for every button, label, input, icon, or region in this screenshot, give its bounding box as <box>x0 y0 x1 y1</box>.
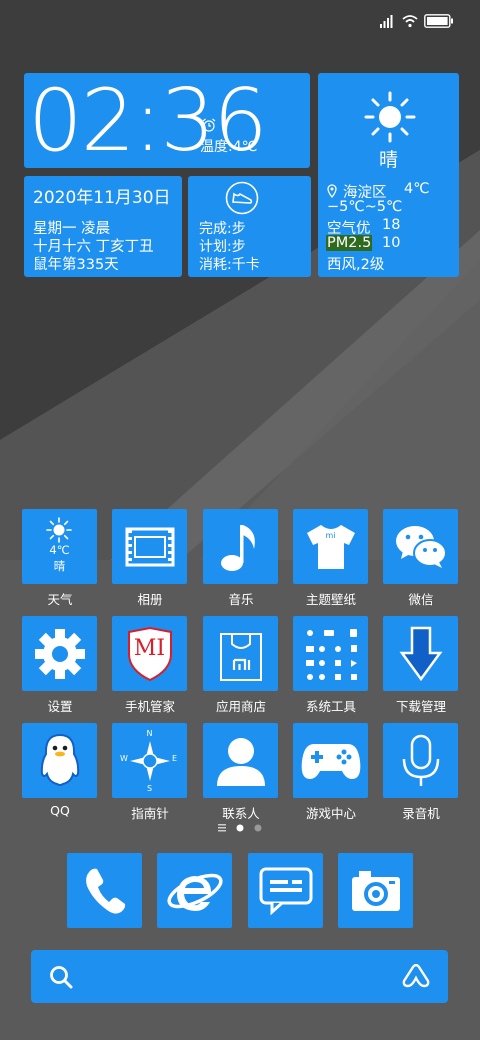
app-label: 系统工具 <box>305 699 356 714</box>
steps-plan: 计划:步 <box>199 239 246 255</box>
microphone-icon <box>383 723 458 798</box>
year-day: 鼠年第335天 <box>33 257 119 273</box>
compass-icon: N S W E <box>112 723 187 798</box>
date-text: 2020年11月30日 <box>33 188 171 208</box>
app-gallery[interactable]: 相册 <box>112 509 187 608</box>
dock-messages[interactable] <box>248 853 323 928</box>
app-qq[interactable]: QQ <box>22 723 97 818</box>
film-icon <box>112 509 187 584</box>
weather-icon: 4℃ 晴 <box>22 509 97 584</box>
app-store[interactable]: 应用商店 <box>203 616 278 715</box>
download-arrow-icon <box>383 616 458 691</box>
clock-widget[interactable]: 02:36 温度:4℃ <box>24 73 310 168</box>
app-downloads[interactable]: 下载管理 <box>383 616 458 715</box>
date-widget[interactable]: 2020年11月30日 星期一 凌晨 十月十六 丁亥丁丑 鼠年第335天 <box>24 176 182 277</box>
phone-icon <box>85 868 125 914</box>
wifi-icon <box>402 15 418 28</box>
camera-icon <box>351 870 400 911</box>
app-game-center[interactable]: 游戏中心 <box>293 723 368 822</box>
app-compass[interactable]: N S W E 指南针 <box>112 723 187 822</box>
app-recorder[interactable]: 录音机 <box>383 723 458 822</box>
compass-west: W <box>120 754 128 763</box>
weather-range: −5℃~5℃ <box>327 199 403 215</box>
app-label: 联系人 <box>222 806 260 821</box>
app-label: 微信 <box>408 592 434 607</box>
status-bar <box>380 12 454 30</box>
menu-lines-icon <box>218 824 226 832</box>
dock-browser[interactable] <box>157 853 232 928</box>
dock-camera[interactable] <box>338 853 413 928</box>
alarm-icon <box>202 118 216 132</box>
weather-app-temp: 4℃ <box>49 543 70 557</box>
gear-icon <box>22 616 97 691</box>
shoe-icon <box>225 181 259 215</box>
qq-penguin-icon <box>22 723 97 798</box>
page-dot <box>254 824 262 832</box>
battery-icon <box>424 14 453 28</box>
contact-person-icon <box>203 723 278 798</box>
gamepad-icon <box>293 723 368 798</box>
app-label: 天气 <box>47 592 73 607</box>
app-label: 手机管家 <box>124 699 175 714</box>
wind-info: 西风,2级 <box>327 257 385 273</box>
page-dot-active <box>236 824 244 832</box>
app-label: 主题壁纸 <box>305 592 356 607</box>
app-label: QQ <box>50 803 70 818</box>
app-label: 应用商店 <box>215 699 266 714</box>
pm25-value: 10 <box>382 235 401 251</box>
location-pin-icon <box>327 184 337 198</box>
dock-phone[interactable] <box>67 853 142 928</box>
app-system-tools[interactable]: 系统工具 <box>293 616 368 715</box>
weather-widget[interactable]: 晴 海淀区 4℃ −5℃~5℃ 空气优 18 PM2.5 10 西风,2级 <box>318 73 459 277</box>
pm25-label: PM2.5 <box>326 235 373 251</box>
step-widget[interactable]: 完成:步 计划:步 消耗:千卡 <box>188 176 311 277</box>
wechat-icon <box>383 509 458 584</box>
app-label: 音乐 <box>228 592 254 607</box>
app-security[interactable]: MI 手机管家 <box>112 616 187 715</box>
calories-burned: 消耗:千卡 <box>199 257 260 273</box>
assistant-icon[interactable] <box>402 964 430 990</box>
app-themes[interactable]: mi 主题壁纸 <box>293 509 368 608</box>
app-label: 游戏中心 <box>305 806 356 821</box>
search-bar[interactable] <box>31 950 448 1003</box>
browser-e-icon <box>166 873 223 911</box>
sun-icon <box>364 91 416 143</box>
app-weather[interactable]: 4℃ 晴 天气 <box>22 509 97 608</box>
signal-icon <box>380 15 393 28</box>
app-label: 下载管理 <box>395 699 446 714</box>
steps-done: 完成:步 <box>199 221 246 237</box>
shield-icon: MI <box>112 616 187 691</box>
app-label: 录音机 <box>402 806 440 821</box>
app-label: 相册 <box>137 592 163 607</box>
weather-temp: 4℃ <box>404 181 430 197</box>
weather-app-cond: 晴 <box>53 559 66 573</box>
theme-badge: mi <box>325 531 336 540</box>
shopping-bag-icon <box>203 616 278 691</box>
search-icon[interactable] <box>49 965 73 989</box>
compass-north: N <box>146 729 153 738</box>
app-label: 设置 <box>47 699 73 714</box>
tools-grid-icon <box>293 616 368 691</box>
page-indicator[interactable] <box>218 824 262 832</box>
air-quality-value: 18 <box>382 217 401 233</box>
message-icon <box>259 867 312 915</box>
app-label: 指南针 <box>131 806 169 821</box>
clock-temperature: 温度:4℃ <box>200 139 258 155</box>
compass-east: E <box>171 754 177 763</box>
music-note-icon <box>203 509 278 584</box>
app-wechat[interactable]: 微信 <box>383 509 458 608</box>
app-contacts[interactable]: 联系人 <box>203 723 278 822</box>
tshirt-icon: mi <box>293 509 368 584</box>
compass-south: S <box>146 784 153 793</box>
app-settings[interactable]: 设置 <box>22 616 97 715</box>
app-music[interactable]: 音乐 <box>203 509 278 608</box>
security-badge: MI <box>133 636 166 661</box>
weather-condition: 晴 <box>378 149 398 171</box>
